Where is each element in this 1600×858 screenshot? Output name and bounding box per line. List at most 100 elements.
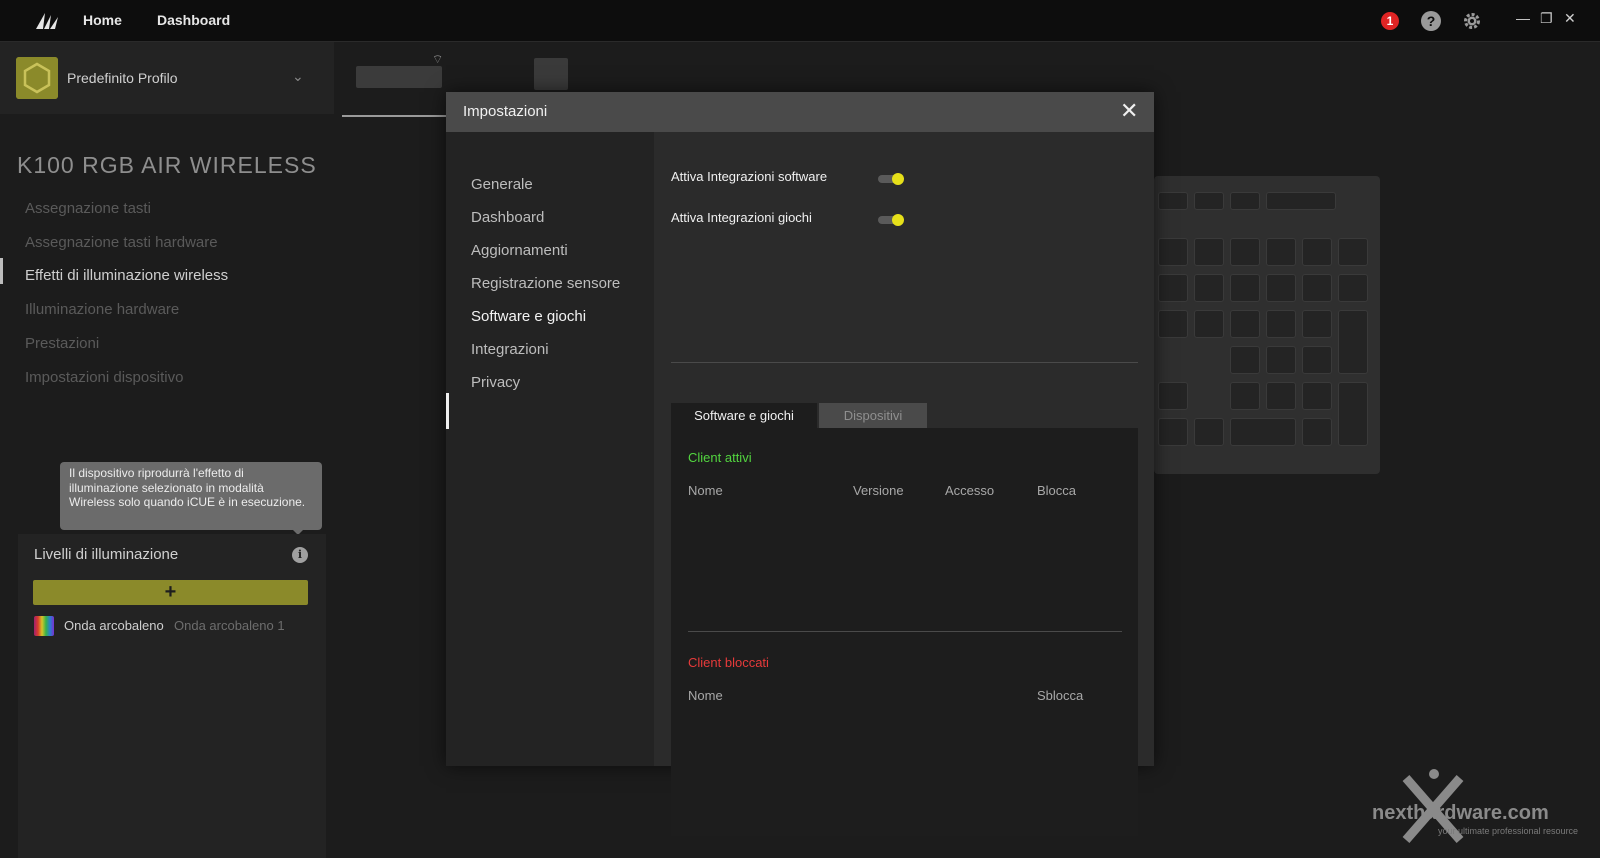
gear-icon[interactable] xyxy=(1462,11,1482,31)
keyboard-key xyxy=(1158,238,1188,266)
keyboard-key xyxy=(1230,274,1260,302)
close-window-button[interactable]: ✕ xyxy=(1564,10,1576,27)
menu-device-settings[interactable]: Impostazioni dispositivo xyxy=(25,369,183,386)
keyboard-key xyxy=(1230,192,1260,210)
tab-software-games[interactable]: Software e giochi xyxy=(671,403,817,428)
keyboard-preview xyxy=(1154,176,1380,474)
settings-nav-active-indicator xyxy=(446,393,449,429)
settings-nav-software-games[interactable]: Software e giochi xyxy=(471,308,586,325)
keyboard-key xyxy=(1338,382,1368,446)
section-divider xyxy=(671,362,1138,363)
column-name: Nome xyxy=(688,483,723,498)
settings-nav-integrations[interactable]: Integrazioni xyxy=(471,341,549,358)
notification-badge[interactable]: 1 xyxy=(1381,12,1399,30)
keyboard-key xyxy=(1194,418,1224,446)
top-bar: Home Dashboard 1 ? — ❐ ✕ xyxy=(0,0,1600,42)
column-version: Versione xyxy=(853,483,904,498)
blocked-clients-title: Client bloccati xyxy=(688,655,769,670)
keyboard-key xyxy=(1194,238,1224,266)
menu-wireless-lighting-effects[interactable]: Effetti di illuminazione wireless xyxy=(25,267,228,284)
column-block: Blocca xyxy=(1037,483,1077,498)
layer-instance-name[interactable]: Onda arcobaleno 1 xyxy=(174,618,285,633)
settings-dialog: Impostazioni ✕ Generale Dashboard Aggior… xyxy=(446,92,1154,836)
keyboard-key xyxy=(1158,382,1188,410)
layers-title: Livelli di illuminazione xyxy=(34,546,179,563)
keyboard-key xyxy=(1266,310,1296,338)
dialog-title: Impostazioni xyxy=(463,103,548,120)
profile-name: Predefinito Profilo xyxy=(67,70,178,86)
keyboard-key xyxy=(1194,310,1224,338)
keyboard-key xyxy=(1266,382,1296,410)
keyboard-key xyxy=(1302,346,1332,374)
menu-key-assignment[interactable]: Assegnazione tasti xyxy=(25,200,151,217)
add-layer-button[interactable]: + xyxy=(33,580,308,605)
software-integrations-toggle-knob[interactable] xyxy=(892,173,904,185)
lighting-layers-panel: Livelli di illuminazione i + Onda arcoba… xyxy=(18,534,326,858)
keyboard-key xyxy=(1266,192,1336,210)
dialog-header: Impostazioni ✕ xyxy=(446,92,1154,132)
keyboard-key xyxy=(1302,310,1332,338)
software-integrations-label: Attiva Integrazioni software xyxy=(671,169,828,184)
keyboard-key xyxy=(1230,238,1260,266)
keyboard-key xyxy=(1230,418,1296,446)
keyboard-key xyxy=(1158,274,1188,302)
rainbow-swatch-icon xyxy=(34,616,54,636)
clients-divider xyxy=(688,631,1122,632)
blocked-column-name: Nome xyxy=(688,688,723,703)
game-integrations-label: Attiva Integrazioni giochi xyxy=(671,210,812,225)
blocked-column-unblock: Sblocca xyxy=(1037,688,1084,703)
keyboard-key xyxy=(1158,418,1188,446)
profile-hexagon-icon xyxy=(16,57,58,99)
settings-nav-general[interactable]: Generale xyxy=(471,176,533,193)
active-clients-title: Client attivi xyxy=(688,450,752,465)
close-icon[interactable]: ✕ xyxy=(1120,99,1138,123)
info-icon[interactable]: i xyxy=(292,547,308,563)
settings-nav-sensor-logging[interactable]: Registrazione sensore xyxy=(471,275,620,292)
menu-hardware-lighting[interactable]: Illuminazione hardware xyxy=(25,301,179,318)
nav-dashboard[interactable]: Dashboard xyxy=(157,12,230,28)
tab-devices[interactable]: Dispositivi xyxy=(819,403,927,428)
keyboard-key xyxy=(1194,274,1224,302)
keyboard-key xyxy=(1302,238,1332,266)
keyboard-key xyxy=(1230,382,1260,410)
keyboard-key xyxy=(1338,238,1368,266)
keyboard-thumbnail[interactable] xyxy=(356,66,442,88)
column-access: Accesso xyxy=(945,483,995,498)
settings-nav-privacy[interactable]: Privacy xyxy=(471,374,520,391)
keyboard-key xyxy=(1194,192,1224,210)
keyboard-key xyxy=(1230,346,1260,374)
corsair-sails-logo[interactable] xyxy=(34,9,60,33)
layer-name[interactable]: Onda arcobaleno xyxy=(64,618,164,633)
watermark-text: nexthardware.com xyxy=(1372,802,1549,824)
dongle-thumbnail[interactable] xyxy=(534,58,568,90)
menu-active-indicator xyxy=(0,258,3,284)
minimize-button[interactable]: — xyxy=(1516,10,1530,26)
clients-panel: Client attivi Nome Versione Accesso Bloc… xyxy=(671,428,1138,836)
watermark-tagline: your ultimate professional resource xyxy=(1438,826,1579,836)
keyboard-key xyxy=(1338,310,1368,374)
nav-home[interactable]: Home xyxy=(83,12,122,28)
settings-nav: Generale Dashboard Aggiornamenti Registr… xyxy=(446,132,654,766)
keyboard-key xyxy=(1302,382,1332,410)
wifi-icon: ⌔ xyxy=(432,52,444,66)
keyboard-key xyxy=(1302,418,1332,446)
menu-hardware-key-assignment[interactable]: Assegnazione tasti hardware xyxy=(25,234,218,251)
keyboard-key xyxy=(1266,238,1296,266)
chevron-down-icon[interactable]: ⌄ xyxy=(292,68,304,85)
keyboard-key xyxy=(1230,310,1260,338)
keyboard-key xyxy=(1266,346,1296,374)
device-title: K100 RGB AIR WIRELESS xyxy=(17,152,317,178)
help-icon[interactable]: ? xyxy=(1421,11,1441,31)
keyboard-key xyxy=(1158,192,1188,210)
keyboard-key xyxy=(1338,274,1368,302)
keyboard-key xyxy=(1158,310,1188,338)
keyboard-key xyxy=(1266,274,1296,302)
profile-selector[interactable]: Predefinito Profilo ⌄ xyxy=(0,42,334,114)
wireless-tooltip: Il dispositivo riprodurrà l'effetto di i… xyxy=(60,462,322,530)
menu-performance[interactable]: Prestazioni xyxy=(25,335,99,352)
settings-nav-updates[interactable]: Aggiornamenti xyxy=(471,242,568,259)
settings-nav-dashboard[interactable]: Dashboard xyxy=(471,209,544,226)
device-selected-underline xyxy=(342,115,446,117)
game-integrations-toggle-knob[interactable] xyxy=(892,214,904,226)
restore-button[interactable]: ❐ xyxy=(1540,10,1553,27)
